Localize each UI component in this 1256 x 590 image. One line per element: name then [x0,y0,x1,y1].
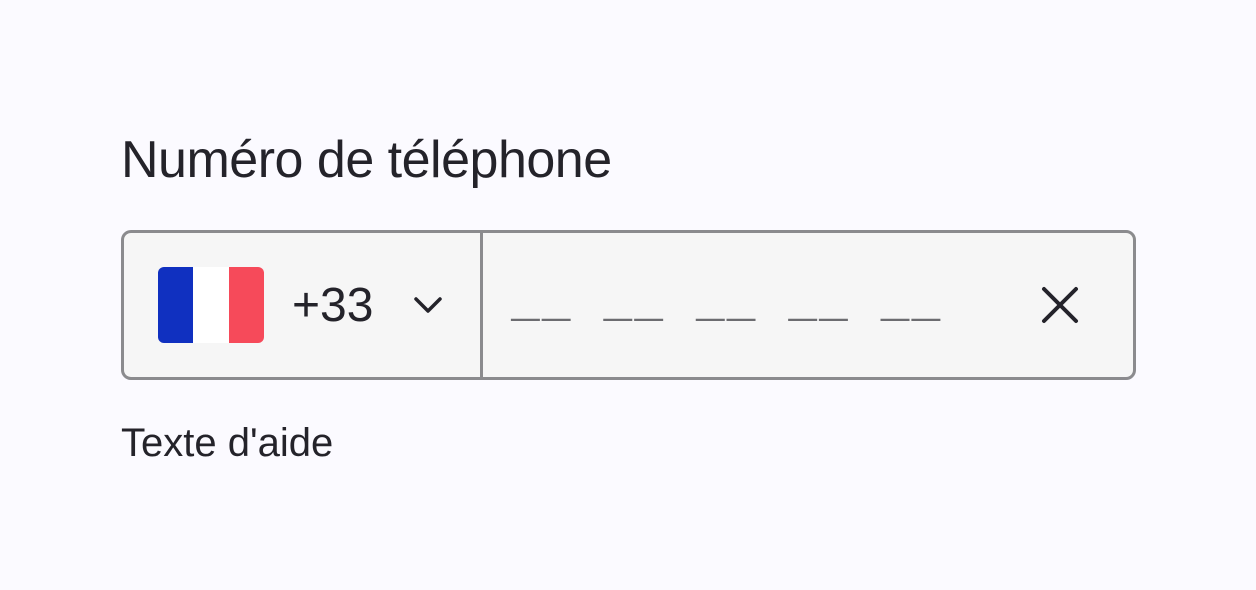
close-icon[interactable] [1038,283,1082,327]
country-code-select[interactable]: +33 [124,233,483,377]
field-label: Numéro de téléphone [121,131,612,189]
flag-france-icon [158,267,264,343]
dial-code-value: +33 [292,279,374,332]
chevron-down-icon [414,297,442,313]
phone-number-input[interactable]: __ __ __ __ __ [483,233,1133,377]
phone-placeholder-mask: __ __ __ __ __ [511,277,943,331]
helper-text: Texte d'aide [121,421,334,465]
phone-input-group: +33 __ __ __ __ __ [121,230,1136,380]
